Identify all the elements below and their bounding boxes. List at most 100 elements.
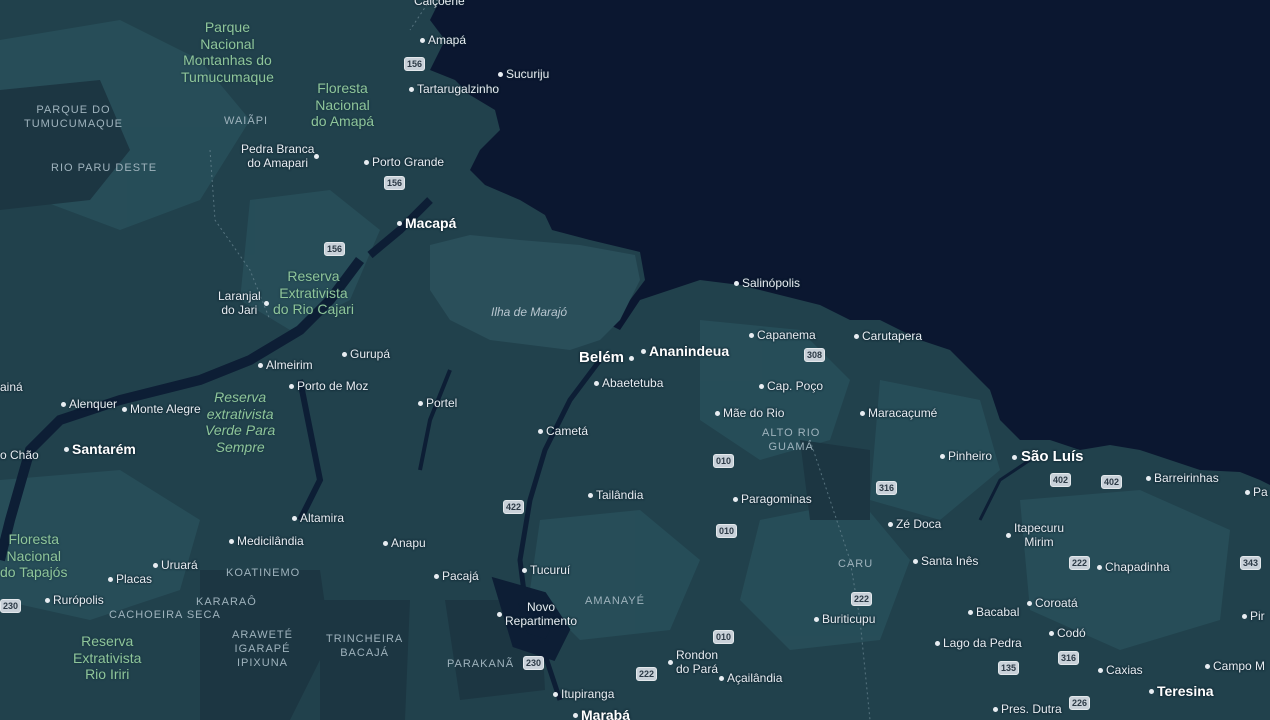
park-label[interactable]: Reserva Extrativista do Rio Cajari xyxy=(273,268,354,318)
city-marker-icon[interactable] xyxy=(1096,564,1102,570)
city-label[interactable]: Monte Alegre xyxy=(130,402,201,416)
city-marker-icon[interactable] xyxy=(60,401,66,407)
city-marker-icon[interactable] xyxy=(263,300,269,306)
city-marker-icon[interactable] xyxy=(521,567,527,573)
city-marker-icon[interactable] xyxy=(758,383,764,389)
city-label[interactable]: Ananindeua xyxy=(649,344,729,358)
road-shield-icon[interactable]: 316 xyxy=(1058,651,1080,665)
city-marker-icon[interactable] xyxy=(1026,600,1032,606)
city-marker-icon[interactable] xyxy=(714,410,720,416)
city-marker-icon[interactable] xyxy=(853,333,859,339)
city-marker-icon[interactable] xyxy=(1097,667,1103,673)
city-label[interactable]: Santarém xyxy=(72,442,136,456)
city-marker-icon[interactable] xyxy=(1011,454,1017,460)
road-shield-icon[interactable]: 156 xyxy=(404,57,426,71)
city-marker-icon[interactable] xyxy=(107,576,113,582)
city-marker-icon[interactable] xyxy=(537,428,543,434)
city-marker-icon[interactable] xyxy=(733,280,739,286)
city-marker-icon[interactable] xyxy=(1148,688,1154,694)
city-marker-icon[interactable] xyxy=(813,616,819,622)
city-label[interactable]: Abaetetuba xyxy=(602,376,663,390)
city-marker-icon[interactable] xyxy=(152,562,158,568)
city-marker-icon[interactable] xyxy=(288,383,294,389)
city-marker-icon[interactable] xyxy=(257,362,263,368)
city-label[interactable]: Belém xyxy=(579,350,624,365)
city-label[interactable]: Cap. Poço xyxy=(767,379,823,393)
road-shield-icon[interactable]: 308 xyxy=(804,348,826,362)
city-marker-icon[interactable] xyxy=(1145,475,1151,481)
city-label[interactable]: Alenquer xyxy=(69,397,117,411)
city-marker-icon[interactable] xyxy=(396,220,402,226)
map-canvas[interactable]: Calçoene Amapá Sucuriju Tartarugalzinho Port… xyxy=(0,0,1270,720)
city-label[interactable]: Almeirim xyxy=(266,358,313,372)
city-marker-icon[interactable] xyxy=(1241,613,1247,619)
city-label[interactable]: Teresina xyxy=(1157,684,1214,698)
park-label[interactable]: Floresta Nacional do Tapajós xyxy=(0,531,67,581)
city-marker-icon[interactable] xyxy=(363,159,369,165)
city-label[interactable]: Porto Grande xyxy=(372,155,444,169)
city-marker-icon[interactable] xyxy=(408,86,414,92)
city-marker-icon[interactable] xyxy=(859,410,865,416)
city-label[interactable]: Uruará xyxy=(161,558,198,572)
road-shield-icon[interactable]: 135 xyxy=(998,661,1020,675)
city-marker-icon[interactable] xyxy=(640,348,646,354)
road-shield-icon[interactable]: 156 xyxy=(324,242,346,256)
city-marker-icon[interactable] xyxy=(1204,663,1210,669)
city-label[interactable]: Carutapera xyxy=(862,329,922,343)
city-label[interactable]: Calçoene xyxy=(414,0,465,8)
city-label[interactable]: Tailândia xyxy=(596,488,643,502)
city-label[interactable]: Itapecuru Mirim xyxy=(1014,521,1064,549)
road-shield-icon[interactable]: 222 xyxy=(851,592,873,606)
city-label[interactable]: Sucuriju xyxy=(506,67,549,81)
city-label[interactable]: Cametá xyxy=(546,424,588,438)
city-label[interactable]: Pir xyxy=(1250,609,1265,623)
city-label[interactable]: Açailândia xyxy=(727,671,782,685)
city-label[interactable]: Anapu xyxy=(391,536,426,550)
city-marker-icon[interactable] xyxy=(433,573,439,579)
city-marker-icon[interactable] xyxy=(497,71,503,77)
city-label[interactable]: Altamira xyxy=(300,511,344,525)
city-label[interactable]: Santa Inês xyxy=(921,554,978,568)
city-marker-icon[interactable] xyxy=(228,538,234,544)
city-marker-icon[interactable] xyxy=(552,691,558,697)
road-shield-icon[interactable]: 222 xyxy=(1069,556,1091,570)
city-marker-icon[interactable] xyxy=(572,712,578,718)
road-shield-icon[interactable]: 226 xyxy=(1069,696,1091,710)
city-marker-icon[interactable] xyxy=(382,540,388,546)
city-marker-icon[interactable] xyxy=(718,675,724,681)
city-marker-icon[interactable] xyxy=(1244,489,1250,495)
city-label[interactable]: Pinheiro xyxy=(948,449,992,463)
road-shield-icon[interactable]: 343 xyxy=(1240,556,1262,570)
city-label[interactable]: Laranjal do Jari xyxy=(218,289,261,317)
road-shield-icon[interactable]: 402 xyxy=(1101,475,1123,489)
city-marker-icon[interactable] xyxy=(341,351,347,357)
city-marker-icon[interactable] xyxy=(939,453,945,459)
city-marker-icon[interactable] xyxy=(593,380,599,386)
city-label[interactable]: Medicilândia xyxy=(237,534,304,548)
city-label[interactable]: Rondon do Pará xyxy=(676,648,718,676)
city-label[interactable]: Codó xyxy=(1057,626,1086,640)
city-marker-icon[interactable] xyxy=(667,659,673,665)
road-shield-icon[interactable]: 402 xyxy=(1050,473,1072,487)
road-shield-icon[interactable]: 422 xyxy=(503,500,525,514)
city-label[interactable]: Capanema xyxy=(757,328,816,342)
city-marker-icon[interactable] xyxy=(44,597,50,603)
city-label[interactable]: Buriticupu xyxy=(822,612,875,626)
road-shield-icon[interactable]: 010 xyxy=(713,630,735,644)
park-label[interactable]: Reserva Extrativista Rio Iriri xyxy=(73,633,141,683)
city-label[interactable]: Lago da Pedra xyxy=(943,636,1022,650)
road-shield-icon[interactable]: 010 xyxy=(716,524,738,538)
city-label[interactable]: o Chão xyxy=(0,448,39,462)
road-shield-icon[interactable]: 010 xyxy=(713,454,735,468)
city-label[interactable]: Bacabal xyxy=(976,605,1019,619)
park-label[interactable]: Reserva extrativista Verde Para Sempre xyxy=(205,389,275,455)
city-label[interactable]: São Luís xyxy=(1021,449,1084,464)
city-label[interactable]: Gurupá xyxy=(350,347,390,361)
road-shield-icon[interactable]: 230 xyxy=(523,656,545,670)
city-label[interactable]: Coroatá xyxy=(1035,596,1078,610)
city-label[interactable]: Chapadinha xyxy=(1105,560,1170,574)
city-marker-icon[interactable] xyxy=(291,515,297,521)
city-label[interactable]: Salinópolis xyxy=(742,276,800,290)
city-marker-icon[interactable] xyxy=(121,406,127,412)
city-label[interactable]: Mãe do Rio xyxy=(723,406,784,420)
